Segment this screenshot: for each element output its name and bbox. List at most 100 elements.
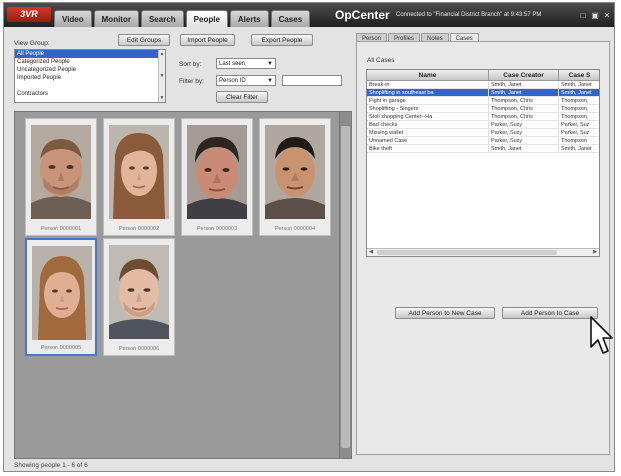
chevron-down-icon: ▼ <box>267 78 273 84</box>
people-gallery: Person 0000001 Person 0000002 Person 000… <box>14 111 352 459</box>
cases-table-hscrollbar[interactable]: ◀ ▶ <box>367 248 599 256</box>
cases-table-scroll-thumb[interactable] <box>377 250 557 255</box>
case-cell-creator: Thompson, Chris <box>489 113 559 121</box>
person-photo <box>187 125 247 219</box>
opcenter-window: 3VR Video Monitor Search People Alerts C… <box>3 2 615 472</box>
case-row[interactable]: Break-in Smith, Janet Smith, Janet <box>367 81 599 89</box>
edit-groups-button[interactable]: Edit Groups <box>118 34 170 46</box>
chevron-down-icon: ▼ <box>267 61 273 67</box>
scroll-right-icon[interactable]: ▶ <box>591 249 599 256</box>
cases-table: Name Case Creator Case S Break-in Smith, … <box>366 69 600 257</box>
person-photo <box>265 125 325 219</box>
view-group-label: View Group: <box>14 40 50 47</box>
group-list-scrollbar[interactable]: ▲ ▼ ▼ <box>158 50 165 102</box>
scroll-left-icon[interactable]: ◀ <box>367 249 375 256</box>
person-photo <box>31 125 91 219</box>
group-item-blank[interactable] <box>15 82 165 90</box>
case-cell-creator: Parker, Suzy <box>489 137 559 145</box>
tab-search[interactable]: Search <box>140 10 184 27</box>
case-cell-case-s: Thompson, <box>559 113 599 121</box>
column-header-name[interactable]: Name <box>367 70 489 81</box>
case-cell-case-s: Thompson, <box>559 97 599 105</box>
filter-by-select[interactable]: Person ID ▼ <box>216 75 276 86</box>
case-cell-name: Stoll shopping Center--Ha <box>367 113 489 121</box>
tab-video[interactable]: Video <box>54 10 92 27</box>
clear-filter-button[interactable]: Clear Filter <box>216 91 268 103</box>
column-header-case-creator[interactable]: Case Creator <box>489 70 559 81</box>
person-card[interactable]: Person 0000004 <box>259 118 331 236</box>
minimize-icon[interactable]: □ <box>578 11 588 20</box>
person-caption: Person 0000005 <box>40 345 82 351</box>
filter-by-label: Filter by: <box>179 78 204 85</box>
case-cell-case-s: Thompson <box>559 137 599 145</box>
case-cell-case-s: Thompson, <box>559 105 599 113</box>
case-cell-name: Bike theft <box>367 145 489 153</box>
add-person-to-case-button[interactable]: Add Person to Case <box>502 307 598 319</box>
case-cell-name: Shoplifting - Singers <box>367 105 489 113</box>
case-row[interactable]: Fight in garage Thompson, Chris Thompson, <box>367 97 599 105</box>
case-cell-name: Shoplifting in southeast ba <box>367 89 489 97</box>
tab-cases[interactable]: Cases <box>270 10 311 27</box>
group-item-all-people[interactable]: All People <box>15 50 165 58</box>
person-card[interactable]: Person 0000001 <box>25 118 97 236</box>
all-cases-label: All Cases <box>367 57 395 64</box>
person-card[interactable]: Person 0000003 <box>181 118 253 236</box>
view-group-list[interactable]: All People Categorized People Uncategori… <box>14 49 166 103</box>
person-photo <box>109 245 169 339</box>
import-people-button[interactable]: Import People <box>180 34 235 46</box>
group-item-imported[interactable]: Imported People <box>15 74 165 82</box>
case-row[interactable]: Shoplifting in southeast ba Smith, Janet S… <box>367 89 599 97</box>
tab-monitor[interactable]: Monitor <box>93 10 139 27</box>
scroll-middle-icon[interactable]: ▼ <box>159 73 165 79</box>
add-person-to-new-case-button[interactable]: Add Person to New Case <box>395 307 495 319</box>
case-cell-creator: Smith, Janet <box>489 81 559 89</box>
filter-text-input[interactable] <box>282 75 342 86</box>
person-caption: Person 0000004 <box>274 226 316 232</box>
case-row[interactable]: Missing wallet Parker, Suzy Parker, Suz <box>367 129 599 137</box>
gallery-scrollbar[interactable] <box>339 112 351 458</box>
case-row[interactable]: Bad checks Parker, Suzy Parker, Suz <box>367 121 599 129</box>
case-cell-case-s: Parker, Suz <box>559 121 599 129</box>
people-count-status: Showing people 1 - 6 of 6 <box>14 462 88 469</box>
person-card[interactable]: Person 0000005 <box>25 238 97 356</box>
case-cell-creator: Parker, Suzy <box>489 129 559 137</box>
person-card[interactable]: Person 0000002 <box>103 118 175 236</box>
app-title: OpCenter <box>335 8 390 22</box>
connection-status: Connected to "Financial District Branch"… <box>396 12 542 18</box>
sort-by-value: Last seen <box>219 61 246 67</box>
case-cell-name: Missing wallet <box>367 129 489 137</box>
mouse-pointer-icon <box>590 316 613 354</box>
case-row[interactable]: Bike theft Smith, Janet Smith, Janet <box>367 145 599 153</box>
app-logo: 3VR <box>7 7 51 22</box>
case-row[interactable]: Shoplifting - Singers Thompson, Chris Thom… <box>367 105 599 113</box>
case-cell-creator: Smith, Janet <box>489 89 559 97</box>
case-row[interactable]: Stoll shopping Center--Ha Thompson, Chris… <box>367 113 599 121</box>
tab-people[interactable]: People <box>185 10 228 27</box>
maximize-icon[interactable]: ▣ <box>590 11 600 20</box>
person-card[interactable]: Person 0000006 <box>103 238 175 356</box>
sort-by-label: Sort by: <box>179 61 202 68</box>
sort-by-select[interactable]: Last seen ▼ <box>216 58 276 69</box>
person-caption: Person 0000001 <box>40 226 82 232</box>
case-cell-creator: Thompson, Chris <box>489 97 559 105</box>
filter-by-value: Person ID <box>219 78 246 84</box>
person-photo <box>32 246 92 340</box>
person-caption: Person 0000006 <box>118 346 160 352</box>
case-cell-name: Bad checks <box>367 121 489 129</box>
scroll-up-icon[interactable]: ▲ <box>159 51 165 57</box>
group-item-contractors[interactable]: Contractors <box>15 90 165 98</box>
person-caption: Person 0000003 <box>196 226 238 232</box>
main-tab-bar: Video Monitor Search People Alerts Cases <box>54 10 312 27</box>
case-cell-case-s: Smith, Janet <box>559 145 599 153</box>
gallery-scroll-thumb[interactable] <box>341 126 350 448</box>
group-item-uncategorized[interactable]: Uncategorized People <box>15 66 165 74</box>
case-row[interactable]: Unnamed Case Parker, Suzy Thompson <box>367 137 599 145</box>
case-cell-name: Fight in garage <box>367 97 489 105</box>
export-people-button[interactable]: Export People <box>251 34 313 46</box>
group-item-categorized[interactable]: Categorized People <box>15 58 165 66</box>
tab-alerts[interactable]: Alerts <box>229 10 269 27</box>
case-cell-name: Unnamed Case <box>367 137 489 145</box>
column-header-case-s[interactable]: Case S <box>559 70 599 81</box>
close-icon[interactable]: ✕ <box>602 11 612 20</box>
scroll-down-icon[interactable]: ▼ <box>159 95 165 101</box>
